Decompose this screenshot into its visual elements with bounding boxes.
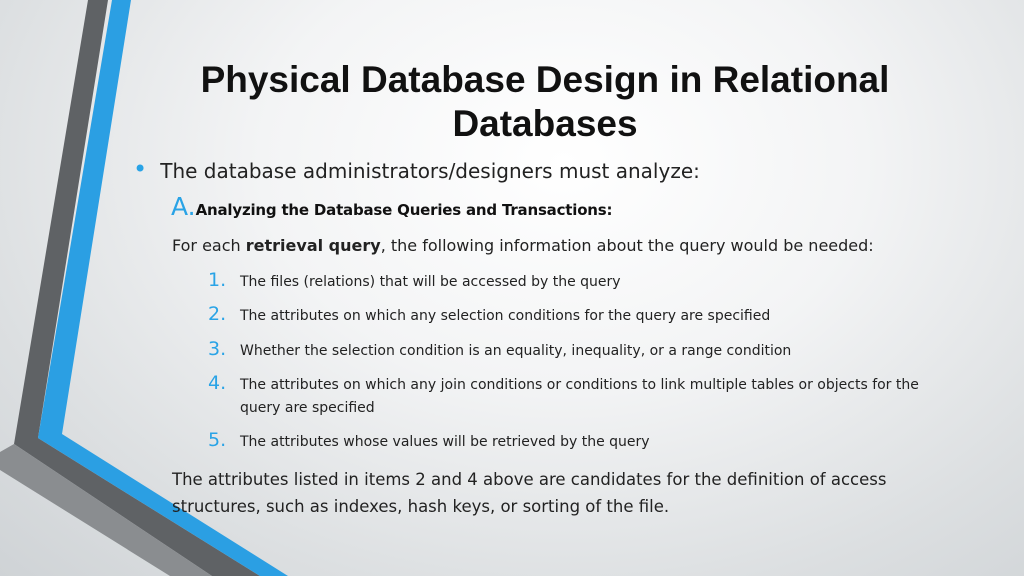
slide-title: Physical Database Design in Relational D… bbox=[200, 59, 890, 144]
list-item-number: 3. bbox=[208, 338, 227, 360]
section-heading: A.Analyzing the Database Queries and Tra… bbox=[171, 192, 613, 221]
section-title: Analyzing the Database Queries and Trans… bbox=[195, 201, 613, 219]
list-item-text: Whether the selection condition is an eq… bbox=[240, 343, 792, 359]
bullet-text: The database administrators/designers mu… bbox=[160, 159, 700, 183]
list-item-text: The files (relations) that will be acces… bbox=[240, 274, 621, 290]
list-item-text: The attributes on which any selection co… bbox=[240, 308, 771, 324]
intro-suffix: , the following information about the qu… bbox=[380, 236, 874, 255]
section-letter: A. bbox=[171, 192, 196, 221]
list-item-number: 5. bbox=[208, 429, 227, 451]
intro-bold: retrieval query bbox=[245, 236, 381, 255]
list-item-text: The attributes on which any join conditi… bbox=[240, 377, 919, 416]
bullet-item: • The database administrators/designers … bbox=[133, 157, 700, 185]
list-item-number: 2. bbox=[208, 303, 227, 325]
list-item-number: 4. bbox=[208, 372, 227, 394]
list-item-text: The attributes whose values will be retr… bbox=[240, 434, 650, 450]
list-item-number: 1. bbox=[208, 269, 227, 291]
intro-line: For each retrieval query, the following … bbox=[172, 236, 874, 255]
bullet-dot-icon: • bbox=[133, 155, 148, 183]
closing-paragraph: The attributes listed in items 2 and 4 a… bbox=[172, 470, 887, 516]
intro-prefix: For each bbox=[172, 236, 246, 255]
